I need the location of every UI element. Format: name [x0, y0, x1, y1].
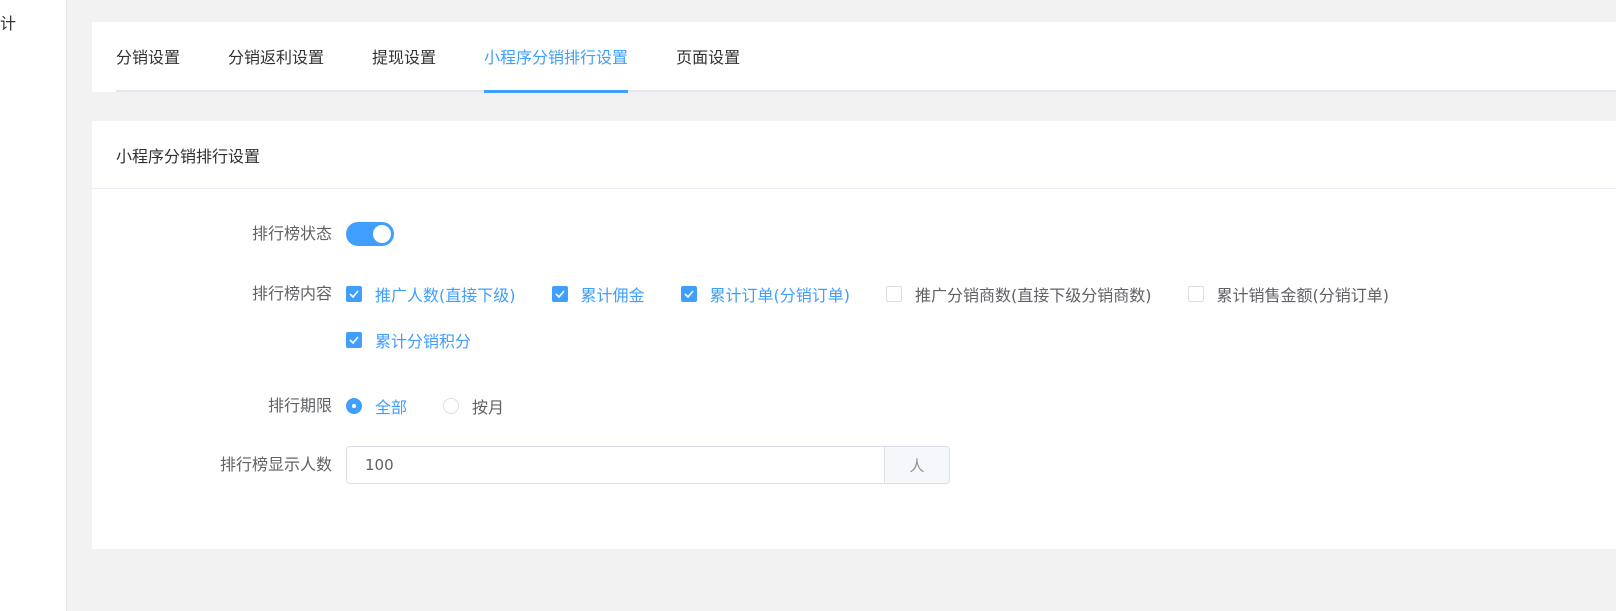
- count-input-group: 人: [346, 446, 950, 484]
- status-row: 排行榜状态: [92, 222, 394, 246]
- count-row: 排行榜显示人数 人: [92, 446, 950, 484]
- status-label: 排行榜状态: [251, 224, 332, 243]
- check-icon: [683, 290, 694, 298]
- count-unit: 人: [884, 446, 950, 484]
- tab-rebate-settings[interactable]: 分销返利设置: [228, 21, 324, 91]
- tab-page-settings[interactable]: 页面设置: [676, 21, 740, 91]
- checkbox-box: [886, 286, 903, 302]
- checkbox-box: [346, 332, 362, 348]
- checkbox-promoted-distributors[interactable]: 推广分销商数(直接下级分销商数): [886, 282, 1152, 306]
- content-checkbox-group: 推广人数(直接下级) 累计佣金 累计订单(分销订单) 推广分销商数(直接下级分销…: [346, 282, 1516, 352]
- settings-tabs: 分销设置 分销返利设置 提现设置 小程序分销排行设置 页面设置: [116, 21, 1616, 93]
- checkbox-promoted-count[interactable]: 推广人数(直接下级): [346, 282, 516, 306]
- checkbox-total-commission[interactable]: 累计佣金: [551, 282, 645, 306]
- checkbox-total-points[interactable]: 累计分销积分: [346, 328, 471, 352]
- period-label: 排行期限: [267, 396, 332, 415]
- checkbox-box: [1187, 286, 1204, 302]
- content-label: 排行榜内容: [251, 284, 332, 303]
- content-row: 排行榜内容 推广人数(直接下级) 累计佣金 累计订单(分销订单) 推广分销商数(…: [92, 282, 1516, 352]
- ranking-settings-card: 小程序分销排行设置 排行榜状态 排行榜内容 推广人数(直接下级) 累计佣金 累计…: [92, 121, 1616, 549]
- radio-monthly[interactable]: 按月: [443, 394, 504, 418]
- period-radio-group: 全部 按月: [346, 394, 540, 418]
- checkbox-box: [551, 286, 568, 302]
- radio-all[interactable]: 全部: [346, 394, 407, 418]
- main-content: 分销设置 分销返利设置 提现设置 小程序分销排行设置 页面设置 小程序分销排行设…: [67, 0, 1616, 611]
- radio-dot: [443, 398, 460, 414]
- checkbox-total-orders[interactable]: 累计订单(分销订单): [680, 282, 850, 306]
- check-icon: [349, 290, 359, 298]
- sidebar-item-label[interactable]: 计: [0, 10, 16, 34]
- period-row: 排行期限 全部 按月: [92, 394, 540, 418]
- checkbox-box: [680, 286, 697, 302]
- tab-miniprogram-ranking-settings[interactable]: 小程序分销排行设置: [484, 21, 629, 93]
- check-icon: [349, 336, 359, 344]
- sidebar: 计: [0, 0, 67, 611]
- card-title: 小程序分销排行设置: [92, 121, 1616, 189]
- checkbox-box: [346, 286, 362, 302]
- settings-tabs-card: 分销设置 分销返利设置 提现设置 小程序分销排行设置 页面设置: [92, 21, 1616, 93]
- radio-dot: [346, 398, 362, 414]
- tab-distribution-settings[interactable]: 分销设置: [116, 21, 180, 91]
- tab-withdraw-settings[interactable]: 提现设置: [372, 21, 436, 91]
- ranking-status-switch[interactable]: [346, 222, 394, 246]
- switch-knob: [373, 225, 391, 243]
- check-icon: [554, 290, 565, 298]
- display-count-input[interactable]: [346, 446, 884, 484]
- count-label: 排行榜显示人数: [219, 455, 332, 474]
- checkbox-total-sales-amount[interactable]: 累计销售金额(分销订单): [1187, 282, 1389, 306]
